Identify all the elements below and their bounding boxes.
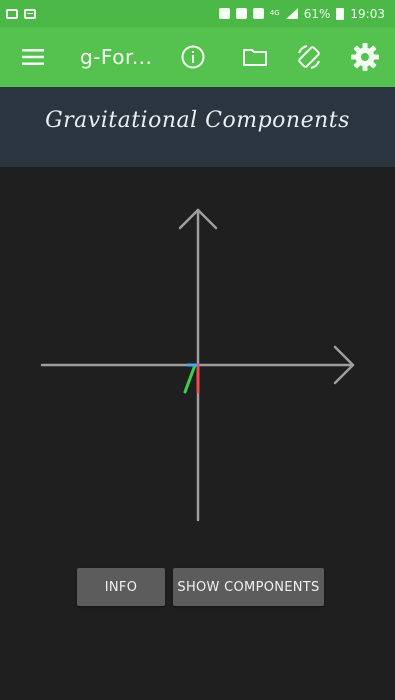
folder-icon[interactable] xyxy=(240,42,270,72)
show-components-button[interactable]: SHOW COMPONENTS xyxy=(173,568,324,606)
axes-diagram xyxy=(40,208,355,522)
settings-icon[interactable] xyxy=(350,42,380,72)
clock: 19:03 xyxy=(350,6,385,21)
title-band: Gravitational Components xyxy=(0,87,395,167)
gallery-icon xyxy=(6,8,18,19)
page-title: Gravitational Components xyxy=(45,107,350,133)
battery-icon xyxy=(336,7,345,20)
rotate-screen-icon[interactable] xyxy=(294,42,324,72)
app-bar: g-For... xyxy=(0,27,395,87)
signal-icon xyxy=(285,8,298,19)
app-title: g-For... xyxy=(80,45,153,69)
network-icon: 4G xyxy=(269,9,280,17)
nfc-icon xyxy=(252,8,264,19)
status-bar: 4G 61% 19:03 xyxy=(0,0,395,27)
info-icon[interactable] xyxy=(178,42,208,72)
menu-icon[interactable] xyxy=(18,42,48,72)
status-bar-left xyxy=(6,8,36,19)
battery-percent: 61% xyxy=(303,6,331,21)
axes-canvas xyxy=(0,167,395,700)
data-saver-icon xyxy=(235,8,247,19)
alarm-icon xyxy=(218,8,230,19)
status-bar-right: 4G 61% 19:03 xyxy=(218,6,385,21)
z-component-vector xyxy=(183,363,197,394)
info-button[interactable]: INFO xyxy=(77,568,165,606)
message-icon xyxy=(24,8,36,19)
